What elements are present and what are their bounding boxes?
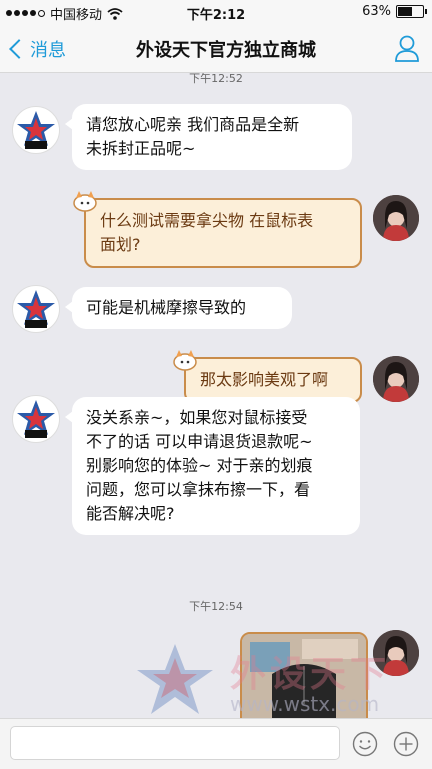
image-message[interactable] (240, 632, 368, 718)
message-line: 面划? (100, 235, 141, 254)
message-line: 别影响您的体验~ 对于亲的划痕 (86, 456, 313, 475)
profile-icon[interactable] (394, 34, 420, 62)
message-line: 能否解决呢? (86, 504, 175, 523)
battery-percent: 63% (362, 4, 391, 19)
user-avatar[interactable] (373, 356, 419, 402)
message-line: 请您放心呢亲 我们商品是全新 (86, 115, 300, 134)
user-photo-icon (373, 356, 419, 402)
user-photo-icon (373, 630, 419, 676)
back-button[interactable]: 消息 (8, 36, 66, 62)
emoji-icon[interactable] (352, 731, 378, 757)
shop-logo-icon (17, 111, 55, 149)
user-avatar[interactable] (373, 630, 419, 676)
shop-logo-icon (17, 400, 55, 438)
timestamp: 下午12:54 (189, 600, 243, 613)
mouse-photo (242, 634, 366, 718)
back-label: 消息 (30, 40, 66, 61)
cat-sticker-icon (73, 191, 97, 212)
message-input[interactable] (10, 726, 340, 760)
user-photo-icon (373, 195, 419, 241)
input-bar (0, 718, 432, 769)
status-bar: 中国移动 下午2:12 63% (0, 0, 432, 24)
message-line: 问题，您可以拿抹布擦一下，看 (86, 480, 311, 499)
shop-avatar[interactable] (12, 106, 60, 154)
message-bubble[interactable]: 什么测试需要拿尖物 在鼠标表 面划? (84, 198, 362, 268)
battery-level (398, 7, 412, 16)
chat-area[interactable]: 下午12:52 请您放心呢亲 我们商品是全新 未拆封正品呢~ 什么测试需要拿尖物… (0, 73, 432, 718)
message-line: 不了的话 可以申请退货退款呢~ (86, 432, 313, 451)
battery-info: 63% (362, 4, 427, 19)
message-bubble[interactable]: 没关系亲~，如果您对鼠标接受 不了的话 可以申请退货退款呢~ 别影响您的体验~ … (65, 397, 360, 535)
message-bubble[interactable]: 可能是机械摩擦导致的 (65, 287, 292, 329)
chevron-left-icon (9, 39, 29, 59)
cat-sticker-icon (173, 350, 197, 371)
user-avatar[interactable] (373, 195, 419, 241)
plus-icon[interactable] (393, 731, 419, 757)
shop-avatar[interactable] (12, 285, 60, 333)
battery-icon (396, 5, 427, 18)
message-line: 那太影响美观了啊 (200, 370, 329, 389)
message-bubble[interactable]: 请您放心呢亲 我们商品是全新 未拆封正品呢~ (65, 104, 352, 170)
timestamp: 下午12:52 (189, 73, 243, 85)
nav-bar: 消息 外设天下官方独立商城 (0, 24, 432, 73)
shop-logo-icon (17, 290, 55, 328)
message-line: 未拆封正品呢~ (86, 139, 196, 158)
shop-avatar[interactable] (12, 395, 60, 443)
chat-title: 外设天下官方独立商城 (136, 40, 316, 61)
message-line: 什么测试需要拿尖物 在鼠标表 (100, 211, 314, 230)
message-line: 可能是机械摩擦导致的 (86, 298, 247, 317)
message-line: 没关系亲~，如果您对鼠标接受 (86, 408, 308, 427)
